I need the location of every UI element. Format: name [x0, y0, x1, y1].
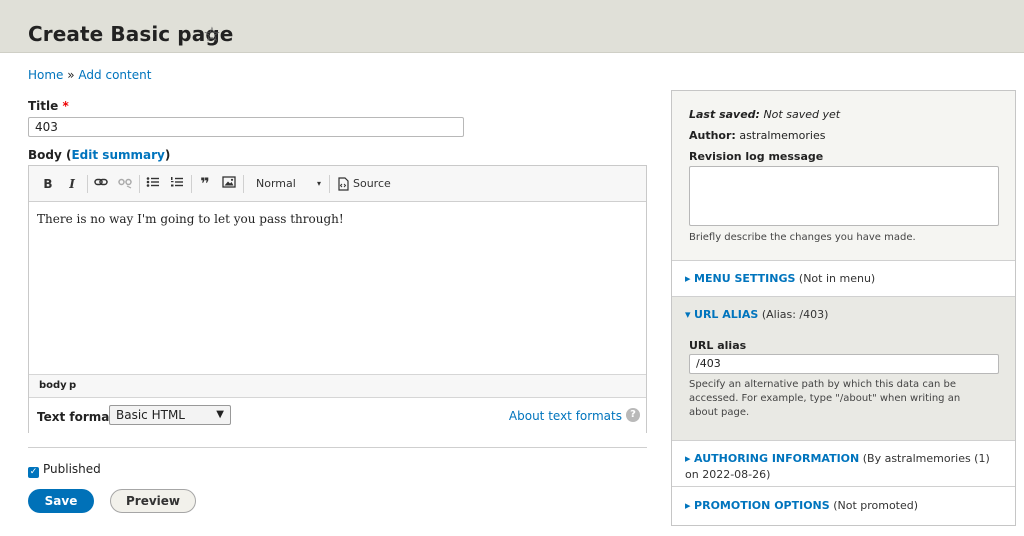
menu-settings-title: MENU SETTINGS [694, 272, 796, 285]
text-format-bar: Text format Basic HTML ▼ About text form… [29, 397, 646, 434]
link-icon [94, 178, 108, 186]
numbered-list-icon [171, 177, 183, 187]
bulleted-list-icon [146, 177, 159, 187]
promotion-options-section[interactable]: ▸ PROMOTION OPTIONS (Not promoted) [672, 487, 1015, 525]
promotion-options-summary[interactable]: ▸ PROMOTION OPTIONS (Not promoted) [685, 499, 918, 512]
author-line: Author: astralmemories [689, 129, 825, 142]
source-button[interactable]: Source [337, 175, 397, 193]
italic-button[interactable]: I [65, 175, 79, 193]
published-label: Published [43, 462, 101, 476]
chevron-down-icon: ▼ [216, 409, 224, 420]
body-label-text: Body [28, 148, 62, 162]
path-p[interactable]: p [69, 380, 76, 391]
menu-settings-summary[interactable]: ▸ MENU SETTINGS (Not in menu) [685, 272, 875, 285]
title-label: Title * [28, 99, 69, 113]
url-alias-status: (Alias: /403) [761, 308, 829, 321]
save-button[interactable]: Save [28, 489, 94, 513]
required-marker: * [62, 99, 69, 113]
unlink-button[interactable] [117, 175, 133, 193]
source-label: Source [353, 177, 391, 190]
heading-select-value: Normal [256, 177, 296, 190]
breadcrumb-add-content-link[interactable]: Add content [78, 68, 151, 82]
title-input[interactable]: 403 [28, 117, 464, 137]
numbered-list-button[interactable] [169, 175, 185, 193]
star-icon[interactable]: ☆ [203, 22, 221, 46]
path-body[interactable]: body [39, 380, 67, 391]
menu-settings-section[interactable]: ▸ MENU SETTINGS (Not in menu) [672, 261, 1015, 297]
chevron-down-icon: ▾ [316, 179, 321, 188]
about-text-formats-link[interactable]: About text formats [509, 409, 622, 423]
element-path-bar: body p [29, 374, 646, 397]
body-label: Body (Edit summary) [28, 148, 170, 162]
last-saved-value: Not saved yet [763, 108, 841, 121]
url-alias-section: ▾ URL ALIAS (Alias: /403) URL alias /403… [672, 297, 1015, 441]
url-alias-summary[interactable]: ▾ URL ALIAS (Alias: /403) [685, 308, 828, 321]
authoring-information-title: AUTHORING INFORMATION [694, 452, 860, 465]
edit-summary-link[interactable]: Edit summary [71, 148, 164, 162]
sidebar: Last saved: Not saved yet Author: astral… [671, 90, 1016, 526]
caret-right-icon: ▸ [685, 499, 691, 512]
body-editor: B I ❞ Normal ▾ Source There is no way I'… [28, 165, 647, 434]
url-alias-description: Specify an alternative path by which thi… [689, 379, 961, 418]
body-paren-close: ) [164, 148, 171, 162]
last-saved: Last saved: Not saved yet [689, 108, 840, 121]
help-icon[interactable]: ? [626, 408, 640, 422]
unlink-icon [118, 178, 132, 189]
menu-settings-status: (Not in menu) [798, 272, 876, 285]
last-saved-label: Last saved: [689, 108, 760, 121]
text-format-label: Text format [37, 410, 116, 424]
authoring-information-summary[interactable]: ▸ AUTHORING INFORMATION (By astralmemori… [685, 451, 1003, 483]
breadcrumb-home-link[interactable]: Home [28, 68, 63, 82]
revision-log-description: Briefly describe the changes you have ma… [689, 232, 916, 243]
editor-toolbar: B I ❞ Normal ▾ Source [29, 166, 646, 202]
link-button[interactable] [93, 175, 109, 193]
promotion-options-status: (Not promoted) [833, 499, 919, 512]
preview-button[interactable]: Preview [110, 489, 196, 513]
blockquote-icon[interactable]: ❞ [197, 175, 213, 193]
promotion-options-title: PROMOTION OPTIONS [694, 499, 830, 512]
breadcrumb: Home » Add content [28, 68, 151, 82]
published-checkbox-row[interactable]: ✓ Published [28, 462, 101, 478]
source-icon [338, 177, 349, 191]
image-icon [222, 176, 236, 188]
caret-right-icon: ▸ [685, 272, 691, 285]
author-label: Author: [689, 129, 736, 142]
text-format-value: Basic HTML [116, 408, 185, 422]
breadcrumb-separator: » [63, 68, 79, 82]
url-alias-title: URL ALIAS [694, 308, 759, 321]
authoring-information-section[interactable]: ▸ AUTHORING INFORMATION (By astralmemori… [672, 441, 1015, 487]
caret-right-icon: ▸ [685, 452, 691, 465]
revision-log-textarea[interactable] [689, 166, 999, 226]
form-divider [28, 447, 647, 448]
published-checkbox[interactable]: ✓ [28, 467, 39, 478]
image-button[interactable] [221, 175, 237, 193]
heading-select[interactable]: Normal ▾ [249, 175, 323, 193]
sidebar-meta: Last saved: Not saved yet Author: astral… [672, 91, 1015, 261]
author-value: astralmemories [739, 129, 826, 142]
bold-button[interactable]: B [41, 175, 55, 193]
title-label-text: Title [28, 99, 59, 113]
url-alias-input[interactable]: /403 [689, 354, 999, 374]
revision-log-label: Revision log message [689, 150, 824, 163]
bulleted-list-button[interactable] [145, 175, 161, 193]
page-header: Create Basic page ☆ [0, 0, 1024, 53]
editor-content[interactable]: There is no way I'm going to let you pas… [37, 212, 344, 226]
url-alias-label: URL alias [689, 339, 747, 352]
caret-down-icon: ▾ [685, 308, 691, 321]
text-format-select[interactable]: Basic HTML ▼ [109, 405, 231, 425]
